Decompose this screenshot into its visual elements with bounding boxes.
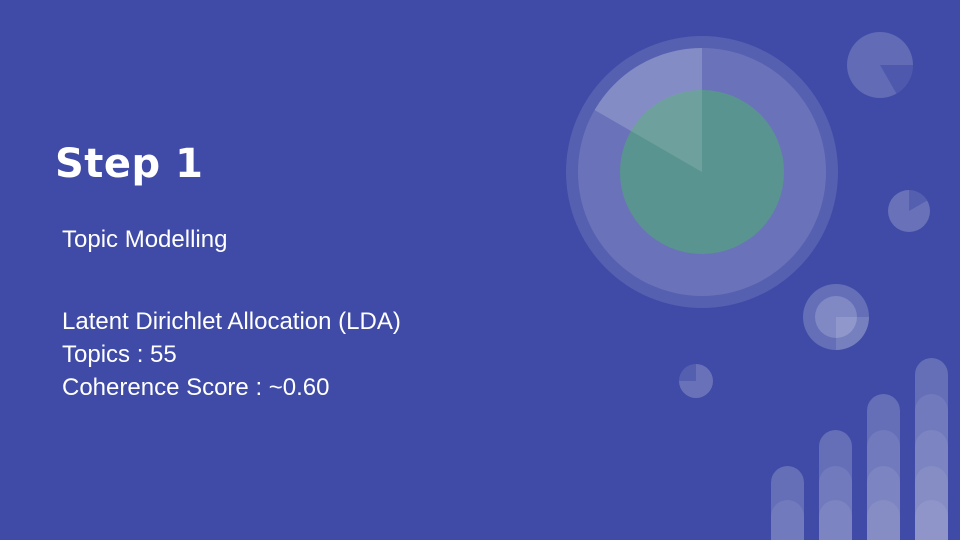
decorative-charts	[566, 32, 948, 540]
slide-subtitle: Topic Modelling	[62, 226, 228, 253]
detail-coherence: Coherence Score : ~0.60	[62, 374, 330, 401]
detail-method: Latent Dirichlet Allocation (LDA)	[62, 308, 401, 335]
donut-chart-icon	[803, 284, 869, 350]
pie-chart-icon	[847, 32, 913, 98]
slide: Step 1 Topic Modelling Latent Dirichlet …	[0, 0, 960, 540]
pie-chart-icon	[888, 189, 930, 232]
details-list: Latent Dirichlet Allocation (LDA) Topics…	[62, 305, 401, 404]
pie-chart-icon	[679, 364, 713, 398]
slide-title: Step 1	[55, 141, 204, 187]
detail-topics: Topics : 55	[62, 341, 177, 368]
donut-chart-icon	[566, 36, 838, 308]
bar-chart-icon	[771, 358, 948, 540]
